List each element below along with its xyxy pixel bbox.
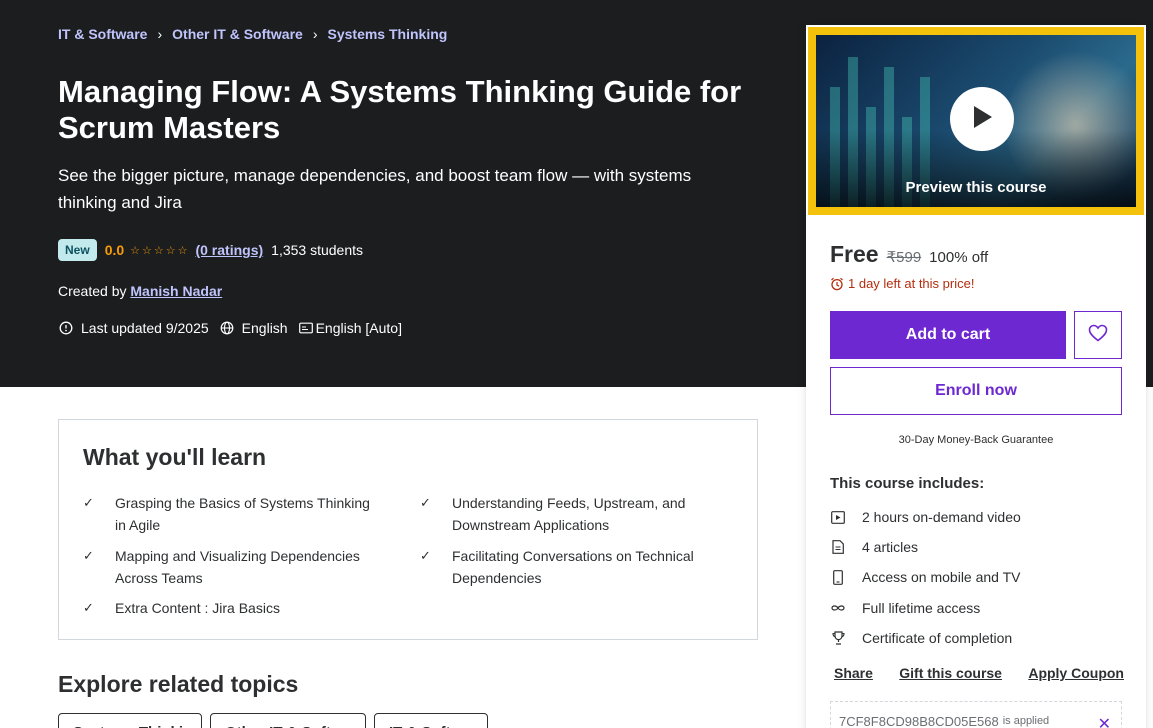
include-item-certificate: Certificate of completion [830,630,1012,646]
learn-item: ✓ Grasping the Basics of Systems Thinkin… [83,492,383,536]
explore-topics-title: Explore related topics [58,671,299,697]
include-item-text: Full lifetime access [862,600,981,616]
what-you-learn-box: What you'll learn ✓ Grasping the Basics … [58,419,758,640]
course-language: English [241,320,288,336]
captions-item: English [Auto] [298,320,402,336]
gift-course-link[interactable]: Gift this course [899,665,1002,681]
course-subtitle: See the bigger picture, manage dependenc… [58,166,692,212]
check-icon: ✓ [83,600,94,615]
heart-icon [1088,324,1108,347]
instructor-link[interactable]: Manish Nadar [130,283,222,299]
wishlist-button[interactable] [1074,311,1122,359]
alarm-clock-icon [830,277,844,291]
topic-pill-it-software[interactable]: IT & Software [374,713,488,728]
breadcrumb-item-it-software[interactable]: IT & Software [58,26,147,42]
learn-item: ✓ Extra Content : Jira Basics [83,597,383,619]
course-captions: English [Auto] [315,320,402,336]
include-item-lifetime: Full lifetime access [830,600,980,616]
trophy-icon [830,630,846,646]
include-item-articles: 4 articles [830,539,918,555]
enroll-now-button[interactable]: Enroll now [830,367,1122,415]
learn-item-text: Grasping the Basics of Systems Thinking … [115,495,370,533]
new-badge: New [58,239,97,261]
closed-captions-icon [298,320,314,336]
infinity-icon [830,600,846,616]
created-by-label: Created by [58,283,127,299]
rating-value: 0.0 [104,242,125,258]
preview-thumbnail: Preview this course [816,35,1136,207]
breadcrumb-item-systems-thinking[interactable]: Systems Thinking [328,26,448,42]
rating-row: New 0.0 ☆☆☆☆☆ (0 ratings) 1,353 students [58,239,363,261]
student-count: 1,353 students [271,242,364,258]
sidebar-actions: Share Gift this course Apply Coupon [834,665,1124,681]
include-item-text: Certificate of completion [862,630,1013,646]
what-you-learn-title: What you'll learn [83,444,267,470]
price-deadline: 1 day left at this price! [830,276,974,291]
applied-coupon: 7CF8F8CD98B8CD05E568 is applied ✕ [830,701,1122,728]
learn-item-text: Understanding Feeds, Upstream, and Downs… [452,495,686,533]
include-item-text: 2 hours on-demand video [862,509,1021,525]
current-price: Free [830,241,879,267]
apply-coupon-link[interactable]: Apply Coupon [1028,665,1124,681]
chevron-right-icon: › [312,26,318,42]
globe-icon [219,320,235,336]
learn-item-text: Facilitating Conversations on Technical … [452,548,694,586]
last-updated: Last updated 9/2025 [81,320,209,336]
language-item: English [219,320,288,336]
breadcrumb-item-other-it-software[interactable]: Other IT & Software [172,26,303,42]
money-back-guarantee: 30-Day Money-Back Guarantee [898,434,1054,446]
course-meta: Last updated 9/2025 English English [Aut… [58,320,412,336]
include-item-text: Access on mobile and TV [862,569,1021,585]
check-icon: ✓ [420,548,431,563]
deadline-text: 1 day left at this price! [848,276,975,291]
includes-title: This course includes: [830,475,985,492]
learn-item-text: Mapping and Visualizing Dependencies Acr… [115,548,360,586]
discount-percent: 100% off [929,249,989,266]
course-title: Managing Flow: A Systems Thinking Guide … [58,74,742,145]
purchase-sidebar: Preview this course Free ₹599 100% off 1… [806,25,1146,728]
course-preview[interactable]: Preview this course [808,27,1144,215]
topic-pill-systems-thinking[interactable]: Systems Thinking [58,713,202,728]
chevron-right-icon: › [157,26,163,42]
play-icon [970,104,994,135]
preview-label: Preview this course [905,179,1047,196]
share-link[interactable]: Share [834,665,873,681]
coupon-code: 7CF8F8CD98B8CD05E568 [839,713,999,728]
include-item-mobile: Access on mobile and TV [830,569,1021,585]
check-icon: ✓ [420,495,431,510]
alert-clock-icon [58,320,74,336]
add-to-cart-button[interactable]: Add to cart [830,311,1066,359]
play-button[interactable] [950,87,1014,151]
price-row: Free ₹599 100% off [830,241,988,268]
breadcrumb: IT & Software › Other IT & Software › Sy… [58,26,447,42]
check-icon: ✓ [83,495,94,510]
article-icon [830,539,846,555]
check-icon: ✓ [83,548,94,563]
star-rating-icon: ☆☆☆☆☆ [130,244,190,257]
topic-pill-other-it-software[interactable]: Other IT & Software [210,713,366,728]
include-item-video: 2 hours on-demand video [830,509,1021,525]
created-by: Created by Manish Nadar [58,283,222,299]
ratings-link[interactable]: (0 ratings) [195,242,263,258]
coupon-status: is applied [1002,715,1050,727]
learn-item: ✓ Understanding Feeds, Upstream, and Dow… [420,492,720,536]
learn-item-text: Extra Content : Jira Basics [115,600,280,616]
last-updated-item: Last updated 9/2025 [58,320,209,336]
learn-item: ✓ Mapping and Visualizing Dependencies A… [83,545,383,589]
learn-item: ✓ Facilitating Conversations on Technica… [420,545,720,589]
original-price: ₹599 [886,249,922,266]
mobile-device-icon [830,569,846,585]
remove-coupon-icon[interactable]: ✕ [1098,714,1111,728]
video-icon [830,509,846,525]
include-item-text: 4 articles [862,539,919,555]
